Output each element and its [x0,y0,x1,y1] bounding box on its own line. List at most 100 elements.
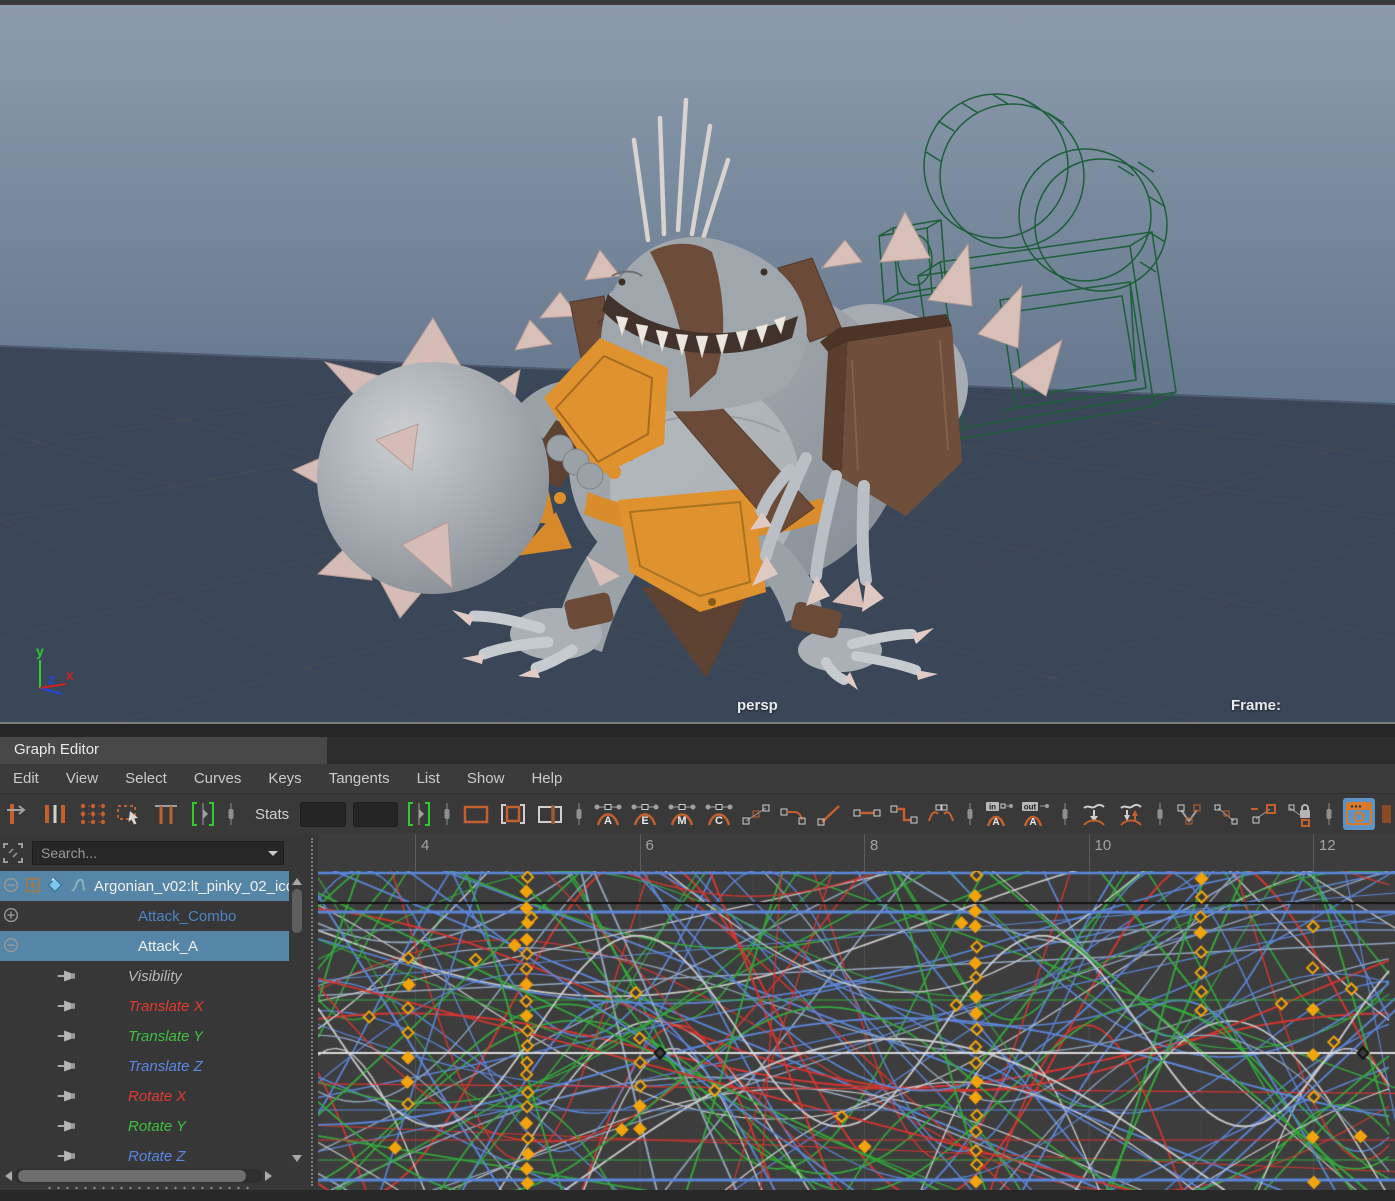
horizontal-scroll-thumb[interactable] [18,1170,246,1182]
pin-icon[interactable] [55,996,75,1016]
scene-render [0,0,1395,722]
plus-circle-icon[interactable] [1,906,21,926]
pin-icon[interactable] [55,966,75,986]
linear-tangent-button-icon[interactable] [815,798,845,830]
graph-editor-toolbar: StatsAEMCinAoutA [0,793,1395,834]
free-tangent-weight-button-icon[interactable] [1248,798,1278,830]
ruler-tick-line [1313,834,1314,871]
outliner-vertical-scrollbar[interactable] [290,871,304,1171]
unify-tangents-button-icon[interactable] [1211,798,1241,830]
snap-value-button-icon[interactable] [1116,798,1146,830]
pin-icon[interactable] [55,1146,75,1166]
channel-row-translate-z[interactable]: Translate Z [0,1051,289,1081]
in-tangent-auto-button-icon[interactable]: inA [984,798,1014,830]
node-label: Attack_A [138,938,198,955]
region-select-tool-icon[interactable] [115,798,145,830]
channel-row-translate-x[interactable]: Translate X [0,991,289,1021]
scroll-left-icon[interactable] [0,1171,12,1181]
isolate-curve-toggle-2-icon[interactable] [405,798,433,830]
horizontal-scroll-track[interactable] [14,1169,263,1183]
splitter-handle-7-icon [1322,798,1336,830]
break-tangents-button-icon[interactable] [1174,798,1204,830]
vertical-scroll-thumb[interactable] [292,889,302,933]
clamped-tangent-button-icon[interactable] [778,798,808,830]
ease-tangent-button-icon[interactable]: E [630,798,660,830]
move-nearest-picked-key-tool-icon[interactable] [4,798,34,830]
step-tangent-button-icon[interactable] [889,798,919,830]
retime-tool-icon[interactable] [152,798,182,830]
auto-tangent-button-icon[interactable]: A [593,798,623,830]
scroll-down-icon[interactable] [292,1155,302,1167]
stats-label: Stats [255,806,289,823]
frame-all-button-icon[interactable] [461,798,491,830]
isolate-curve-toggle-icon[interactable] [189,798,217,830]
outliner-node-argonian-v02-lt-pinky-02-icon[interactable]: Argonian_v02:lt_pinky_02_icon [0,871,289,901]
scroll-right-icon[interactable] [265,1171,277,1181]
snap-time-button-icon[interactable] [1079,798,1109,830]
splitter-handle-6-icon [1153,798,1167,830]
insert-keys-tool-icon[interactable] [41,798,71,830]
mix-tangent-button-icon[interactable]: M [667,798,697,830]
clipped-toolbar-icon-icon[interactable] [1382,798,1391,830]
menu-keys[interactable]: Keys [268,770,301,787]
pin-icon[interactable] [55,1086,75,1106]
channel-row-rotate-z[interactable]: Rotate Z [0,1141,289,1171]
outliner-node-attack-combo[interactable]: Attack_Combo [0,901,289,931]
search-placeholder: Search... [41,845,97,861]
spline-tangent-button-icon[interactable] [741,798,771,830]
pin-icon[interactable] [55,1116,75,1136]
outliner-node-attack-a[interactable]: Attack_A [0,931,289,961]
pin-icon[interactable] [55,1056,75,1076]
menu-help[interactable]: Help [531,770,562,787]
lock-tangent-weight-button-icon[interactable] [1285,798,1315,830]
graph-editor-panel: Graph Editor Edit View Select Curves Keys Tan… [0,737,1395,1201]
menu-list[interactable]: List [417,770,440,787]
ruler-tick-line [1089,834,1090,871]
menu-view[interactable]: View [66,770,98,787]
splitter-handle-1-icon [224,798,238,830]
splitter-handle-4-icon [963,798,977,830]
channel-outliner: Search... Argonian_v02:lt_pinky_02_iconA… [0,834,306,1190]
diamond-icon[interactable] [45,876,65,896]
plus-box-icon[interactable] [23,876,43,896]
plateau-tangent-button-icon[interactable] [926,798,956,830]
squiggle-icon[interactable] [67,876,87,896]
custom-tangent-button-icon[interactable]: C [704,798,734,830]
channel-row-translate-y[interactable]: Translate Y [0,1021,289,1051]
minus-circle-icon[interactable] [1,876,21,896]
menu-show[interactable]: Show [467,770,505,787]
search-input[interactable]: Search... [32,841,284,865]
channel-row-visibility[interactable]: Visibility [0,961,289,991]
menu-edit[interactable]: Edit [13,770,39,787]
frame-selection-button-icon[interactable] [498,798,528,830]
channel-row-rotate-x[interactable]: Rotate X [0,1081,289,1111]
ruler-tick-line [415,834,416,871]
time-ruler[interactable]: 4681012 [318,834,1395,871]
viewport-3d[interactable]: y z x persp Frame: [0,0,1395,722]
menu-curves[interactable]: Curves [194,770,242,787]
stats-field-2[interactable] [353,802,398,827]
graph-editor-tab[interactable]: Graph Editor [0,737,327,764]
menu-select[interactable]: Select [125,770,167,787]
scroll-up-icon[interactable] [292,873,302,885]
flat-tangent-button-icon[interactable] [852,798,882,830]
frame-center-current-time-button-icon[interactable] [535,798,565,830]
list-hierarchy-icon[interactable] [0,840,26,866]
animation-curves-canvas[interactable] [318,871,1395,1190]
outliner-splitter[interactable] [306,834,318,1190]
svg-text:A: A [1029,817,1036,828]
pin-icon[interactable] [55,1026,75,1046]
search-dropdown-icon[interactable] [268,851,278,861]
lattice-deform-keys-tool-icon[interactable] [78,798,108,830]
outliner-horizontal-scrollbar[interactable] [0,1169,289,1184]
panel-divider[interactable] [0,722,1395,737]
graph-editor-tab-row: Graph Editor [0,737,1395,764]
auto-load-graph-editor-button-icon[interactable] [1343,798,1375,830]
channel-row-rotate-y[interactable]: Rotate Y [0,1111,289,1141]
splitter-handle-2-icon [440,798,454,830]
out-tangent-auto-button-icon[interactable]: outA [1021,798,1051,830]
ruler-tick-label: 12 [1319,837,1336,854]
menu-tangents[interactable]: Tangents [329,770,390,787]
stats-field-1[interactable] [300,802,345,827]
minus-circle-icon[interactable] [1,936,21,956]
